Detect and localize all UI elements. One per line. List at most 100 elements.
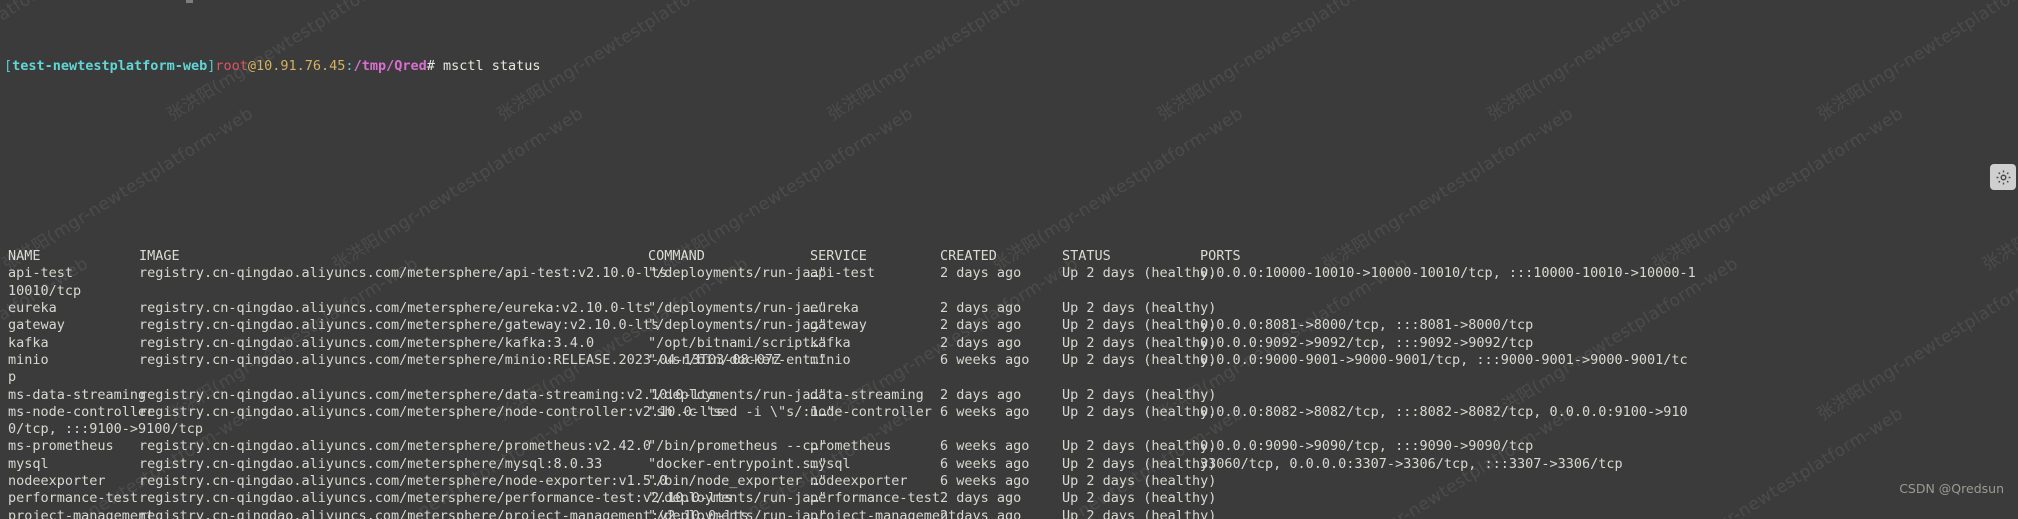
cell-command: "/deployments/run-ja…" [648, 507, 827, 519]
table-row: project-management registry.cn-qingdao.al… [4, 508, 2018, 519]
cell-created: 6 weeks ago [940, 403, 1030, 420]
cell-created: 2 days ago [940, 386, 1022, 403]
cell-service: kafka [810, 334, 851, 351]
cell-name: project-management [8, 507, 155, 519]
cell-created: 6 weeks ago [940, 455, 1030, 472]
cell-ports: 0.0.0.0:8082->8082/tcp, :::8082->8082/tc… [1200, 403, 1688, 420]
cell-created: 2 days ago [940, 300, 1022, 317]
cell-name: nodeexporter [8, 473, 106, 490]
cell-image: registry.cn-qingdao.aliyuncs.com/metersp… [139, 490, 733, 507]
cell-image: registry.cn-qingdao.aliyuncs.com/metersp… [139, 473, 668, 490]
table-row: performance-test registry.cn-qingdao.aliy… [4, 490, 2018, 507]
cell-status: Up 2 days (healthy) [1062, 507, 1217, 519]
cell-ports-continued: 0/tcp, :::9100->9100/tcp [8, 421, 204, 438]
table-row: ms-data-streaming registry.cn-qingdao.ali… [4, 387, 2018, 404]
cell-ports-continued: p [8, 369, 17, 386]
cell-image: registry.cn-qingdao.aliyuncs.com/metersp… [139, 438, 652, 455]
terminal-output[interactable]: [test-newtestplatform-web]root@10.91.76.… [0, 0, 2018, 519]
cell-status: Up 2 days (healthy) [1062, 473, 1217, 490]
cell-name: mysql [8, 455, 49, 472]
column-header-image: IMAGE [139, 248, 180, 265]
cell-service: prometheus [810, 438, 892, 455]
cell-ports: 0.0.0.0:8081->8000/tcp, :::8081->8000/tc… [1200, 317, 1534, 334]
cell-service: gateway [810, 317, 867, 334]
cell-name: ms-data-streaming [8, 386, 147, 403]
cell-command: "/deployments/run-ja…" [648, 300, 827, 317]
cell-image: registry.cn-qingdao.aliyuncs.com/metersp… [139, 403, 725, 420]
cell-status: Up 2 days (healthy) [1062, 490, 1217, 507]
table-row: kafka registry.cn-qingdao.aliyuncs.com/me… [4, 335, 2018, 352]
cell-command: "/deployments/run-ja…" [648, 386, 827, 403]
cell-name: performance-test [8, 490, 139, 507]
cell-created: 2 days ago [940, 334, 1022, 351]
cell-name: gateway [8, 317, 65, 334]
prompt-path: /tmp/Qred [353, 57, 427, 74]
cell-service: performance-test [810, 490, 941, 507]
cell-service: node-controller [810, 403, 932, 420]
prompt-user: root [215, 57, 248, 74]
cell-created: 2 days ago [940, 507, 1022, 519]
prompt-open-bracket: [ [4, 57, 13, 74]
cell-created: 2 days ago [940, 490, 1022, 507]
top-edge-sliver [186, 0, 193, 3]
cell-ports: 0.0.0.0:9092->9092/tcp, :::9092->9092/tc… [1200, 334, 1534, 351]
cell-created: 2 days ago [940, 317, 1022, 334]
credit-watermark: CSDN @Qredsun [1899, 480, 2004, 496]
cell-image: registry.cn-qingdao.aliyuncs.com/metersp… [139, 386, 717, 403]
cell-command: "/opt/bitnami/script…" [648, 334, 827, 351]
cell-ports: 33060/tcp, 0.0.0.0:3307->3306/tcp, :::33… [1200, 455, 1623, 472]
cell-service: minio [810, 351, 851, 368]
prompt-command: msctl status [434, 57, 541, 74]
cell-ports-continued: 10010/tcp [8, 282, 82, 299]
cell-ports: 0.0.0.0:9090->9090/tcp, :::9090->9090/tc… [1200, 438, 1534, 455]
cell-image: registry.cn-qingdao.aliyuncs.com/metersp… [139, 317, 660, 334]
column-header-status: STATUS [1062, 248, 1111, 265]
prompt-line: [test-newtestplatform-web]root@10.91.76.… [4, 58, 2018, 75]
cell-command: "sh -c 'sed -i \"s/:1…" [648, 403, 835, 420]
table-row: nodeexporter registry.cn-qingdao.aliyuncs… [4, 473, 2018, 490]
cell-name: api-test [8, 265, 74, 282]
cell-command: "/bin/node_exporter …" [648, 473, 827, 490]
cell-created: 6 weeks ago [940, 438, 1030, 455]
cell-command: "/bin/prometheus --c…" [648, 438, 827, 455]
gear-icon[interactable] [1990, 164, 2016, 190]
cell-status: Up 2 days (healthy) [1062, 403, 1217, 420]
cell-service: data-streaming [810, 386, 924, 403]
cell-name: ms-node-controller [8, 403, 155, 420]
cell-name: eureka [8, 300, 57, 317]
cell-name: minio [8, 351, 49, 368]
cell-status: Up 2 days (healthy) [1062, 265, 1217, 282]
column-header-ports: PORTS [1200, 248, 1241, 265]
cell-status: Up 2 days (healthy) [1062, 351, 1217, 368]
cell-image: registry.cn-qingdao.aliyuncs.com/metersp… [139, 455, 603, 472]
cell-ports: 0.0.0.0:10000-10010->10000-10010/tcp, ::… [1200, 265, 1696, 282]
cell-status: Up 2 days (healthy) [1062, 334, 1217, 351]
column-header-created: CREATED [940, 248, 997, 265]
column-header-command: COMMAND [648, 248, 705, 265]
prompt-hash: # [426, 57, 435, 74]
cell-created: 6 weeks ago [940, 473, 1030, 490]
table-row: ms-prometheus registry.cn-qingdao.aliyunc… [4, 438, 2018, 455]
cell-command: "/usr/bin/docker-ent…" [648, 351, 827, 368]
cell-status: Up 2 days (healthy) [1062, 386, 1217, 403]
cell-status: Up 2 days (healthy) [1062, 438, 1217, 455]
cell-service: api-test [810, 265, 876, 282]
cell-status: Up 2 days (healthy) [1062, 300, 1217, 317]
table-row-wrap: p [4, 369, 2018, 386]
prompt-at-host: @10.91.76.45 [247, 57, 346, 74]
cell-created: 6 weeks ago [940, 351, 1030, 368]
cell-service: project-management [810, 507, 957, 519]
cell-command: "/deployments/run-ja…" [648, 265, 827, 282]
cell-command: "docker-entrypoint.s…" [648, 455, 827, 472]
cell-name: ms-prometheus [8, 438, 114, 455]
cell-image: registry.cn-qingdao.aliyuncs.com/metersp… [139, 334, 595, 351]
table-row: gateway registry.cn-qingdao.aliyuncs.com/… [4, 317, 2018, 334]
cell-image: registry.cn-qingdao.aliyuncs.com/metersp… [139, 265, 668, 282]
table-row: ms-node-controller registry.cn-qingdao.al… [4, 404, 2018, 421]
cell-service: mysql [810, 455, 851, 472]
cell-created: 2 days ago [940, 265, 1022, 282]
container-status-table: NAME IMAGE COMMAND SERVICE CREATED STATUS PORT… [4, 248, 2018, 519]
cell-name: kafka [8, 334, 49, 351]
